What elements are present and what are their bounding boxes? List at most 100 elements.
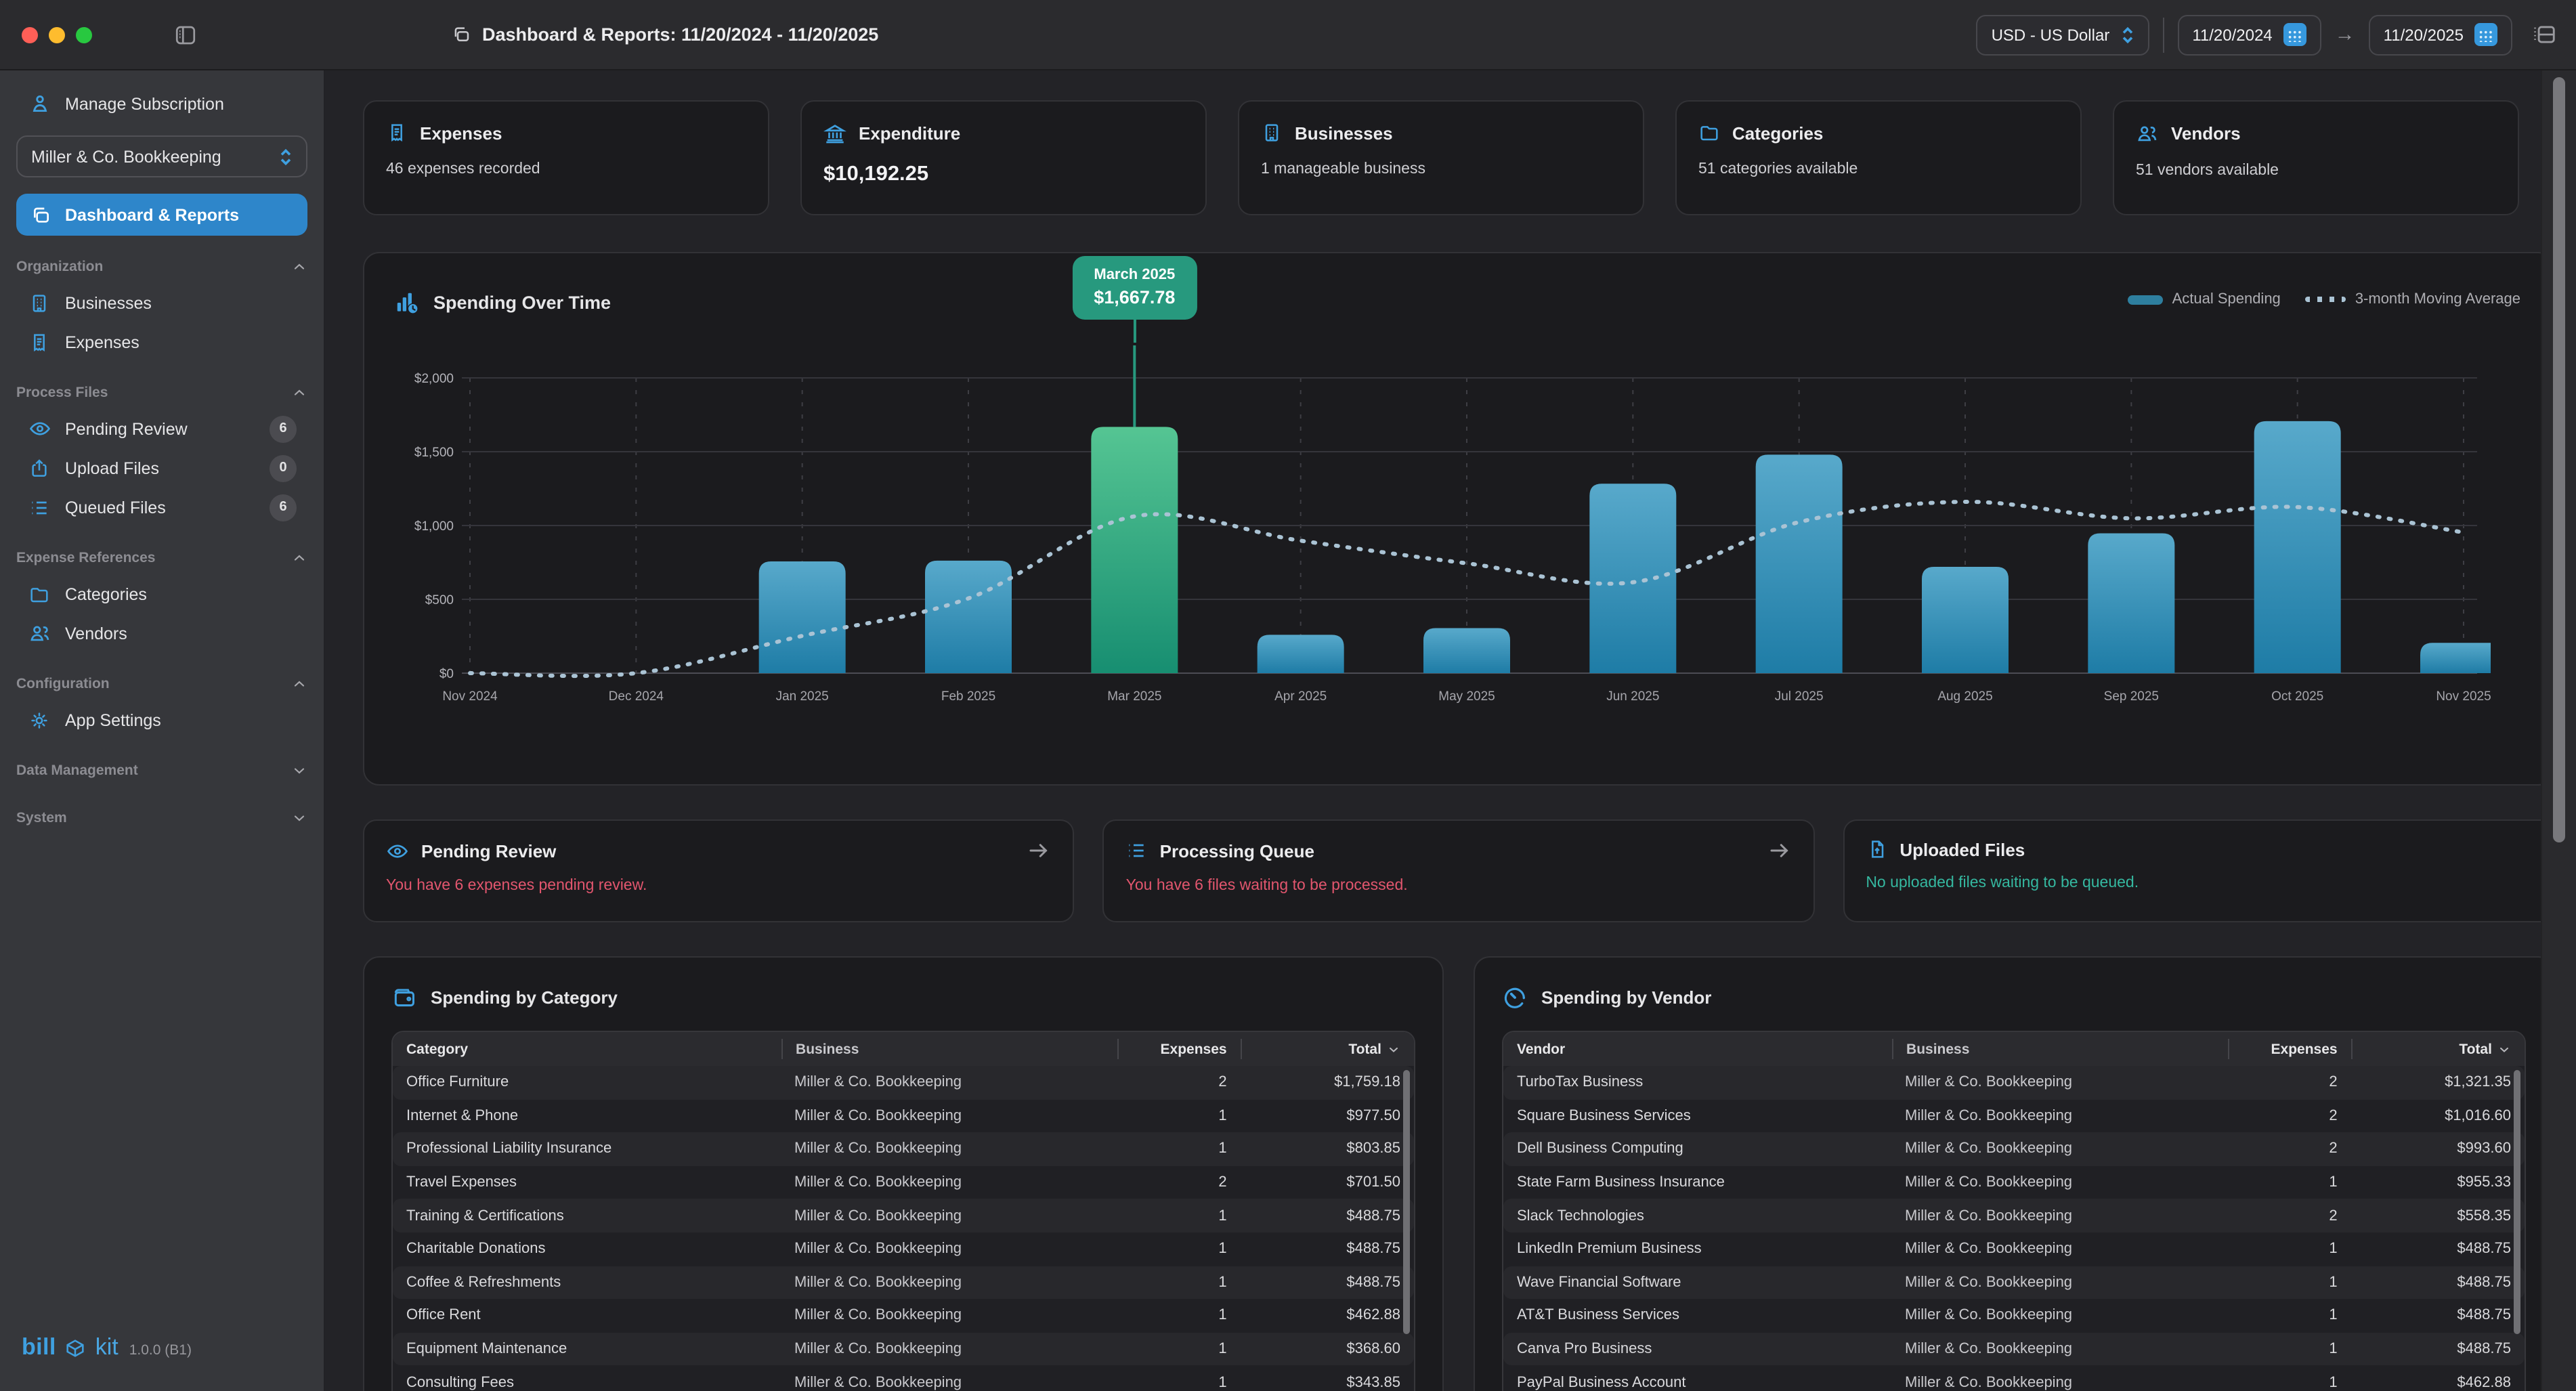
main-scrollbar-track[interactable] (2541, 70, 2576, 1391)
table-row[interactable]: Canva Pro BusinessMiller & Co. Bookkeepi… (1503, 1333, 2525, 1366)
column-header-category[interactable]: Category (393, 1039, 781, 1059)
stat-card-expenditure: Expenditure $10,192.25 (800, 100, 1207, 215)
stat-card-categories: Categories 51 categories available (1675, 100, 2082, 215)
table-scrollbar[interactable] (2514, 1070, 2520, 1334)
window-controls (22, 26, 92, 43)
column-header-total[interactable]: Total (1241, 1039, 1414, 1059)
sidebar-item-upload-files[interactable]: Upload Files0 (16, 448, 307, 488)
business-selector[interactable]: Miller & Co. Bookkeeping (16, 135, 307, 177)
table-row[interactable]: AT&T Business ServicesMiller & Co. Bookk… (1503, 1299, 2525, 1332)
stat-title: Vendors (2171, 123, 2241, 144)
action-card-processing-queue[interactable]: Processing Queue You have 6 files waitin… (1103, 819, 1815, 922)
sidebar-item-label: Pending Review (65, 419, 188, 438)
stat-title: Categories (1732, 123, 1823, 143)
chevron-updown-icon (2120, 25, 2134, 44)
gear-icon (27, 709, 51, 731)
folder-icon (1698, 122, 1720, 144)
zoom-window-button[interactable] (76, 26, 92, 43)
legend-moving-average: 3-month Moving Average (2305, 291, 2520, 307)
sidebar-item-pending-review[interactable]: Pending Review6 (16, 409, 307, 448)
column-header-vendor[interactable]: Vendor (1503, 1039, 1891, 1059)
sidebar-item-manage-subscription[interactable]: Manage Subscription (16, 84, 307, 123)
sidebar-section-data-management[interactable]: Data Management (16, 754, 307, 787)
table-row[interactable]: Office RentMiller & Co. Bookkeeping 1$46… (393, 1299, 1414, 1332)
sidebar-item-app-settings[interactable]: App Settings (16, 700, 307, 740)
table-row[interactable]: Wave Financial SoftwareMiller & Co. Book… (1503, 1266, 2525, 1299)
table-row[interactable]: Consulting FeesMiller & Co. Bookkeeping … (393, 1366, 1414, 1391)
close-window-button[interactable] (22, 26, 38, 43)
table-row[interactable]: TurboTax BusinessMiller & Co. Bookkeepin… (1503, 1066, 2525, 1099)
table-scrollbar[interactable] (1403, 1070, 1410, 1334)
bank-icon (823, 122, 846, 145)
people-icon (2136, 122, 2159, 145)
main-scrollbar-thumb[interactable] (2553, 77, 2565, 842)
table-row[interactable]: Professional Liability InsuranceMiller &… (393, 1132, 1414, 1165)
section-label: Data Management (16, 763, 138, 779)
sidebar-section-organization[interactable]: Organization (16, 251, 307, 283)
table-row[interactable]: Equipment MaintenanceMiller & Co. Bookke… (393, 1333, 1414, 1366)
action-card-pending-review[interactable]: Pending Review You have 6 expenses pendi… (363, 819, 1075, 922)
table-row[interactable]: Office FurnitureMiller & Co. Bookkeeping… (393, 1066, 1414, 1099)
stat-value: 46 expenses recorded (386, 161, 746, 177)
table-row[interactable]: Charitable DonationsMiller & Co. Bookkee… (393, 1233, 1414, 1266)
section-label: Process Files (16, 385, 108, 401)
divider (2162, 17, 2164, 52)
date-to-field[interactable]: 11/20/2025 (2369, 14, 2512, 55)
minimize-window-button[interactable] (49, 26, 65, 43)
chart-tooltip: March 2025 $1,667.78 (1072, 256, 1197, 320)
receipt-icon (386, 122, 408, 144)
table-row[interactable]: Dell Business ComputingMiller & Co. Book… (1503, 1132, 2525, 1165)
currency-select[interactable]: USD - US Dollar (1977, 14, 2149, 55)
sidebar-section-process-files[interactable]: Process Files (16, 377, 307, 409)
column-header-business[interactable]: Business (781, 1039, 1118, 1059)
column-header-expenses[interactable]: Expenses (2229, 1039, 2351, 1059)
date-from-field[interactable]: 11/20/2024 (2177, 14, 2321, 55)
folder-icon (27, 583, 51, 605)
person-icon (27, 92, 51, 115)
sidebar-section-system[interactable]: System (16, 802, 307, 834)
table-row[interactable]: Training & CertificationsMiller & Co. Bo… (393, 1199, 1414, 1233)
action-card-uploaded-files[interactable]: Uploaded Files No uploaded files waiting… (1843, 819, 2554, 922)
chevron-up-icon (291, 676, 307, 692)
sidebar-section-configuration[interactable]: Configuration (16, 668, 307, 700)
stat-value: 51 categories available (1698, 161, 2059, 177)
table-row[interactable]: Square Business ServicesMiller & Co. Boo… (1503, 1099, 2525, 1132)
chevron-up-icon (291, 385, 307, 401)
eye-icon (386, 839, 409, 862)
spending-by-vendor-panel: Spending by Vendor Vendor Business Expen… (1474, 956, 2554, 1391)
column-header-business[interactable]: Business (1891, 1039, 2229, 1059)
table-row[interactable]: Internet & PhoneMiller & Co. Bookkeeping… (393, 1099, 1414, 1132)
svg-text:Dec 2024: Dec 2024 (609, 689, 664, 704)
table-row[interactable]: State Farm Business InsuranceMiller & Co… (1503, 1166, 2525, 1199)
action-title: Pending Review (421, 840, 556, 861)
queue-icon (27, 496, 51, 518)
calendar-icon[interactable] (2283, 23, 2306, 46)
column-header-expenses[interactable]: Expenses (1118, 1039, 1241, 1059)
table-row[interactable]: PayPal Business AccountMiller & Co. Book… (1503, 1366, 2525, 1391)
gauge-icon (1502, 985, 1528, 1010)
spending-chart[interactable]: $2,000$1,500$1,000$500$0Nov 2024Dec 2024… (394, 340, 2523, 742)
table-row[interactable]: Travel ExpensesMiller & Co. Bookkeeping … (393, 1166, 1414, 1199)
table-row[interactable]: LinkedIn Premium BusinessMiller & Co. Bo… (1503, 1233, 2525, 1266)
sidebar-item-businesses[interactable]: Businesses (16, 283, 307, 322)
sidebar-item-expenses[interactable]: Expenses (16, 322, 307, 362)
sidebar-item-dashboard-reports[interactable]: Dashboard & Reports (16, 194, 307, 236)
legend-actual-spending: Actual Spending (2128, 291, 2281, 307)
table-row[interactable]: Coffee & RefreshmentsMiller & Co. Bookke… (393, 1266, 1414, 1299)
sidebar-item-categories[interactable]: Categories (16, 574, 307, 614)
wallet-icon (391, 985, 417, 1010)
column-header-total[interactable]: Total (2351, 1039, 2525, 1059)
table-view-icon[interactable] (2531, 22, 2557, 47)
sidebar-item-vendors[interactable]: Vendors (16, 614, 307, 653)
table-row[interactable]: Slack TechnologiesMiller & Co. Bookkeepi… (1503, 1199, 2525, 1233)
sidebar-toggle-icon[interactable] (173, 22, 198, 47)
sidebar-item-label: Categories (65, 584, 147, 603)
sidebar-section-expense-references[interactable]: Expense References (16, 542, 307, 574)
sidebar-item-queued-files[interactable]: Queued Files6 (16, 488, 307, 527)
svg-text:$1,000: $1,000 (414, 519, 454, 534)
count-badge: 0 (270, 454, 297, 481)
spending-chart-svg: $2,000$1,500$1,000$500$0Nov 2024Dec 2024… (394, 340, 2491, 735)
table-title: Spending by Vendor (1541, 987, 1711, 1008)
svg-text:Jan 2025: Jan 2025 (776, 689, 829, 704)
calendar-icon[interactable] (2474, 23, 2497, 46)
